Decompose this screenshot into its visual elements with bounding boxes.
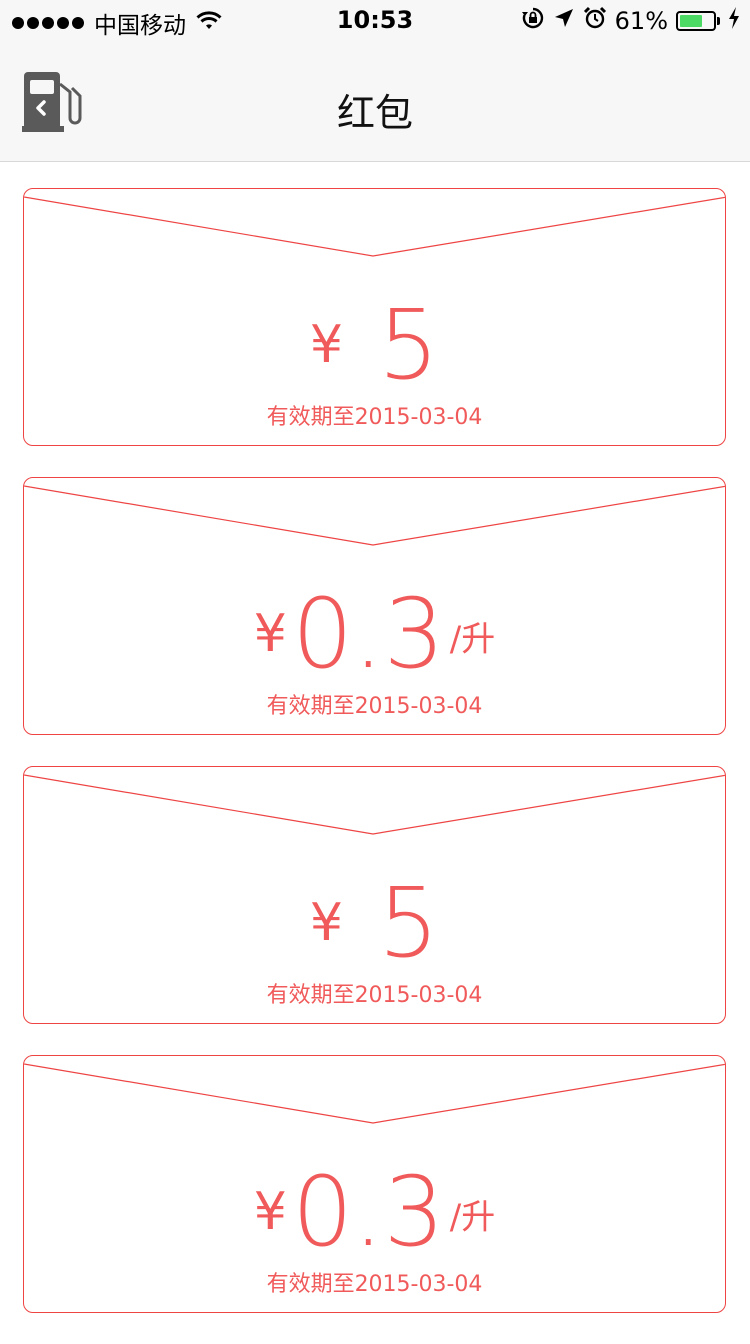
amount-display: ¥ 5 xyxy=(24,289,725,401)
amount-unit: /升 xyxy=(449,619,496,660)
status-right: 61% xyxy=(521,6,740,36)
expiry-date: 有效期至2015-03-04 xyxy=(266,405,483,430)
currency-symbol: ¥ xyxy=(253,1182,287,1242)
envelope-flap xyxy=(24,774,725,835)
red-packet-card[interactable]: ¥ 5 有效期至2015-03-04 xyxy=(23,766,726,1024)
envelope-flap xyxy=(24,196,725,257)
nav-bar: 红包 xyxy=(0,40,750,162)
amount-value: 0.3 xyxy=(291,578,445,690)
red-packet-card[interactable]: ¥ 0.3 /升 有效期至2015-03-04 xyxy=(23,1055,726,1313)
amount-display: ¥ 0.3 /升 xyxy=(24,1156,725,1268)
expiry-date: 有效期至2015-03-04 xyxy=(266,983,483,1008)
amount-unit: /升 xyxy=(449,1197,496,1238)
page-title: 红包 xyxy=(336,91,413,135)
rotation-lock-icon xyxy=(521,6,545,36)
alarm-icon xyxy=(583,6,607,36)
currency-symbol: ¥ xyxy=(253,604,287,664)
amount-value: 5 xyxy=(378,867,440,979)
amount-value: 5 xyxy=(378,289,440,401)
expiry-date: 有效期至2015-03-04 xyxy=(266,1272,483,1297)
battery-icon xyxy=(676,11,720,31)
status-bar: 中国移动 10:53 61% xyxy=(0,0,750,40)
currency-symbol: ¥ xyxy=(309,315,343,375)
envelope-flap xyxy=(24,1063,725,1124)
currency-symbol: ¥ xyxy=(309,893,343,953)
red-packet-list: ¥ 5 有效期至2015-03-04 ¥ 0.3 /升 有效期至2015-03-… xyxy=(23,188,726,1344)
location-arrow-icon xyxy=(553,7,575,35)
red-packet-card[interactable]: ¥ 0.3 /升 有效期至2015-03-04 xyxy=(23,477,726,735)
amount-value: 0.3 xyxy=(291,1156,445,1268)
red-packet-card[interactable]: ¥ 5 有效期至2015-03-04 xyxy=(23,188,726,446)
envelope-flap xyxy=(24,485,725,546)
battery-percent: 61% xyxy=(614,7,668,35)
expiry-date: 有效期至2015-03-04 xyxy=(266,694,483,719)
charging-bolt-icon xyxy=(728,7,740,35)
amount-display: ¥ 5 xyxy=(24,867,725,979)
amount-display: ¥ 0.3 /升 xyxy=(24,578,725,690)
